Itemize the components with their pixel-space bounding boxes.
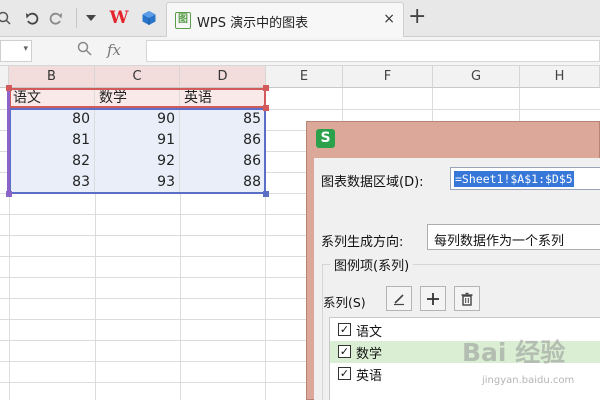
grid-line [0,256,306,257]
range-handle[interactable] [6,191,12,197]
grid-line [519,88,520,121]
category-range [7,88,10,194]
chart-data-range-input[interactable]: =Sheet1!$A$1:$D$5 [450,167,600,190]
legend-entries-title: 图例项(系列) [330,255,414,274]
document-tab-title: WPS 演示中的图表 [197,16,309,31]
series-label: 系列(S) [323,295,366,310]
grid-line [0,298,306,299]
grid-line [0,319,306,320]
grid-line [0,340,306,341]
range-handle[interactable] [263,105,269,111]
fx-icon[interactable]: fx [107,41,121,59]
column-header-b[interactable]: B [9,66,95,88]
grid-line [432,88,433,121]
series-item-label: 数学 [356,347,383,362]
title-bar: W 图 WPS 演示中的图表 × + [0,0,600,37]
add-icon [427,292,439,305]
series-direction-select[interactable]: 每列数据作为一个系列 [427,224,600,250]
add-series-button[interactable] [420,286,446,311]
series-direction-label: 系列生成方向: [321,235,404,250]
watermark-text: Bai 经验 [462,338,566,367]
series-direction-value: 每列数据作为一个系列 [434,234,565,249]
new-tab-icon[interactable]: + [408,5,426,29]
column-header-c[interactable]: C [95,66,180,88]
chevron-down-icon[interactable]: ▾ [23,44,28,54]
edit-series-button[interactable] [386,286,412,311]
series-item-label: 语文 [356,325,383,340]
column-header-f[interactable]: F [343,66,433,88]
document-tab[interactable]: 图 WPS 演示中的图表 × [166,2,404,37]
grid-line [95,194,96,400]
name-box[interactable]: ▾ [0,40,32,62]
column-header-g[interactable]: G [433,66,520,88]
grid-line [180,194,181,400]
watermark-url: jingyan.baidu.com [482,375,575,386]
cube-icon[interactable] [137,6,161,30]
grid-line [0,214,306,215]
series-checkbox[interactable]: ✓ [338,323,351,336]
grid-line [0,361,306,362]
delete-series-button[interactable] [454,286,480,311]
close-tab-icon[interactable]: × [383,11,395,27]
grid-line [0,382,306,383]
series-checkbox[interactable]: ✓ [338,367,351,380]
edit-icon [394,293,404,305]
formula-bar: ▾ fx [0,37,600,66]
baidu-watermark: Bai 经验 jingyan.baidu.com [452,333,600,400]
preview-icon[interactable] [0,6,16,30]
wps-logo[interactable]: W [107,6,131,30]
column-header-h[interactable]: H [520,66,600,88]
series-item-label: 英语 [356,369,383,384]
chart-data-range-value: =Sheet1!$A$1:$D$5 [454,171,574,187]
delete-icon [461,292,473,306]
document-icon: 图 [175,12,191,29]
undo-icon[interactable] [20,6,44,30]
toolbar-separator [76,8,77,28]
column-header-d[interactable]: D [180,66,266,88]
grid-line [0,277,306,278]
spreadsheet-app-icon: S [316,129,335,148]
series-checkbox[interactable]: ✓ [338,345,351,358]
redo-icon[interactable] [44,6,68,30]
grid-line [342,88,343,121]
formula-input[interactable] [146,40,600,62]
range-handle[interactable] [6,85,12,91]
series-value-range [9,108,266,194]
range-handle[interactable] [263,191,269,197]
range-handle[interactable] [263,85,269,91]
column-header-e[interactable]: E [266,66,343,88]
series-name-range [9,88,266,108]
magnifier-icon[interactable] [77,41,92,60]
dropdown-icon[interactable] [79,6,103,30]
chart-data-range-label: 图表数据区域(D): [321,175,424,190]
grid-line [0,235,306,236]
